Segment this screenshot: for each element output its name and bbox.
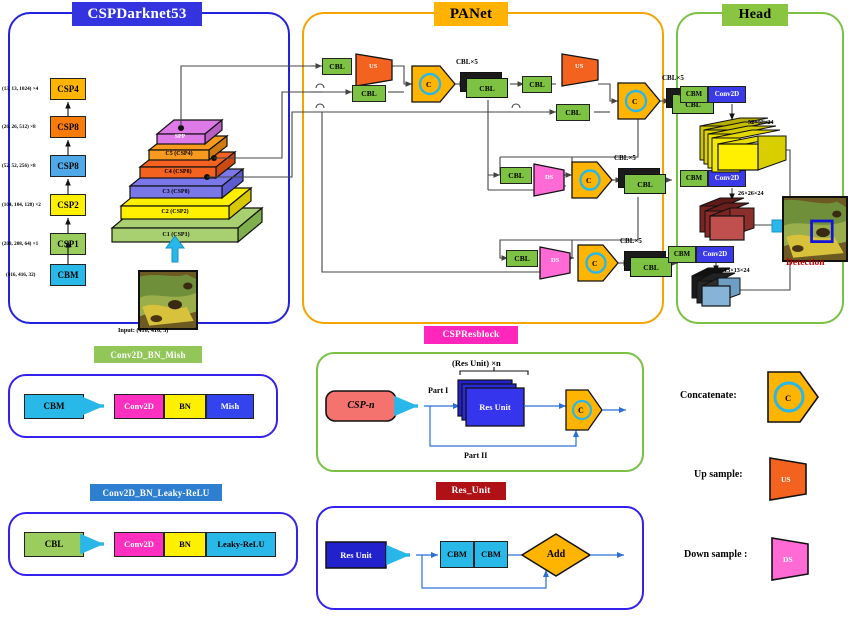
diagram-canvas: CSPDarknet53 PANet Head (13, 13, 1024) ×… xyxy=(0,0,850,621)
legend-shapes xyxy=(767,371,819,581)
legend-glyph-ds: DS xyxy=(783,555,793,564)
legend-glyph-concat: C xyxy=(785,393,792,403)
legend-glyph-us: US xyxy=(781,475,791,484)
